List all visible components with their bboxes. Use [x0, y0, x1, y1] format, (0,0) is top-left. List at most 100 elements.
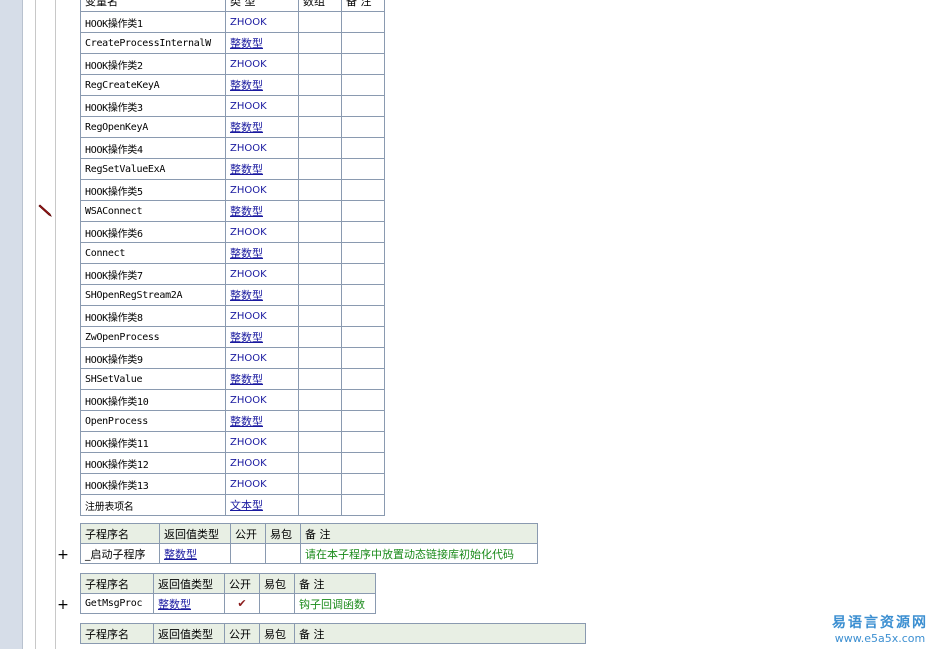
- sub-note[interactable]: 钩子回调函数: [294, 593, 376, 614]
- variable-type[interactable]: ZHOOK: [225, 473, 299, 495]
- variable-type[interactable]: 文本型: [225, 494, 299, 516]
- subroutine-row[interactable]: GetMsgProc 整数型 ✔ 钩子回调函数: [80, 593, 376, 614]
- variable-array[interactable]: [298, 11, 342, 33]
- variable-name[interactable]: HOOK操作类1: [80, 11, 226, 33]
- variable-array[interactable]: [298, 116, 342, 138]
- variable-note[interactable]: [341, 32, 385, 54]
- variable-name[interactable]: HOOK操作类12: [80, 452, 226, 474]
- variable-row[interactable]: WSAConnect 整数型: [80, 200, 385, 222]
- variable-row[interactable]: Connect 整数型: [80, 242, 385, 264]
- variable-array[interactable]: [298, 452, 342, 474]
- variable-note[interactable]: [341, 305, 385, 327]
- variable-name[interactable]: HOOK操作类8: [80, 305, 226, 327]
- variable-array[interactable]: [298, 389, 342, 411]
- sub-name[interactable]: GetMsgProc: [80, 593, 154, 614]
- variable-name[interactable]: RegSetValueExA: [80, 158, 226, 180]
- variable-name[interactable]: HOOK操作类3: [80, 95, 226, 117]
- variable-note[interactable]: [341, 116, 385, 138]
- variable-name[interactable]: HOOK操作类9: [80, 347, 226, 369]
- variable-type[interactable]: ZHOOK: [225, 137, 299, 159]
- expand-plus-icon[interactable]: +: [57, 598, 69, 612]
- variable-array[interactable]: [298, 95, 342, 117]
- variable-note[interactable]: [341, 263, 385, 285]
- variable-note[interactable]: [341, 452, 385, 474]
- variable-array[interactable]: [298, 368, 342, 390]
- sub-name[interactable]: _启动子程序: [80, 543, 160, 564]
- variable-array[interactable]: [298, 74, 342, 96]
- variable-name[interactable]: SHSetValue: [80, 368, 226, 390]
- variable-row[interactable]: HOOK操作类7 ZHOOK: [80, 263, 385, 285]
- variable-array[interactable]: [298, 221, 342, 243]
- variable-type[interactable]: ZHOOK: [225, 263, 299, 285]
- variable-name[interactable]: Connect: [80, 242, 226, 264]
- variable-name[interactable]: HOOK操作类4: [80, 137, 226, 159]
- sub-package[interactable]: [265, 543, 301, 564]
- expand-plus-icon[interactable]: +: [57, 548, 69, 562]
- variable-name[interactable]: HOOK操作类7: [80, 263, 226, 285]
- variable-array[interactable]: [298, 137, 342, 159]
- variable-note[interactable]: [341, 242, 385, 264]
- variable-array[interactable]: [298, 179, 342, 201]
- variable-row[interactable]: HOOK操作类6 ZHOOK: [80, 221, 385, 243]
- variable-note[interactable]: [341, 200, 385, 222]
- sub-return-type[interactable]: 整数型: [159, 543, 231, 564]
- sub-public-check-icon[interactable]: ✔: [224, 593, 260, 614]
- variable-type[interactable]: 整数型: [225, 32, 299, 54]
- variable-array[interactable]: [298, 32, 342, 54]
- variable-array[interactable]: [298, 200, 342, 222]
- variable-note[interactable]: [341, 368, 385, 390]
- variable-row[interactable]: HOOK操作类4 ZHOOK: [80, 137, 385, 159]
- variable-type[interactable]: 整数型: [225, 410, 299, 432]
- variable-type[interactable]: ZHOOK: [225, 305, 299, 327]
- variable-type[interactable]: 整数型: [225, 158, 299, 180]
- variable-row[interactable]: RegSetValueExA 整数型: [80, 158, 385, 180]
- variable-array[interactable]: [298, 284, 342, 306]
- variable-row[interactable]: HOOK操作类8 ZHOOK: [80, 305, 385, 327]
- variable-type[interactable]: ZHOOK: [225, 53, 299, 75]
- variable-type[interactable]: ZHOOK: [225, 11, 299, 33]
- subroutine-row[interactable]: _启动子程序 整数型 请在本子程序中放置动态链接库初始化代码: [80, 543, 538, 564]
- variable-array[interactable]: [298, 53, 342, 75]
- variable-array[interactable]: [298, 242, 342, 264]
- variable-note[interactable]: [341, 158, 385, 180]
- variable-row[interactable]: 注册表项名 文本型: [80, 494, 385, 516]
- sub-package[interactable]: [259, 593, 295, 614]
- variable-type[interactable]: 整数型: [225, 326, 299, 348]
- variable-row[interactable]: ZwOpenProcess 整数型: [80, 326, 385, 348]
- variable-row[interactable]: HOOK操作类13 ZHOOK: [80, 473, 385, 495]
- variable-row[interactable]: RegCreateKeyA 整数型: [80, 74, 385, 96]
- variable-row[interactable]: HOOK操作类5 ZHOOK: [80, 179, 385, 201]
- variable-row[interactable]: SHOpenRegStream2A 整数型: [80, 284, 385, 306]
- variable-name[interactable]: HOOK操作类5: [80, 179, 226, 201]
- variable-array[interactable]: [298, 305, 342, 327]
- variable-note[interactable]: [341, 53, 385, 75]
- variable-row[interactable]: RegOpenKeyA 整数型: [80, 116, 385, 138]
- variable-type[interactable]: ZHOOK: [225, 221, 299, 243]
- variable-note[interactable]: [341, 494, 385, 516]
- variable-note[interactable]: [341, 389, 385, 411]
- variable-array[interactable]: [298, 431, 342, 453]
- sub-note[interactable]: 请在本子程序中放置动态链接库初始化代码: [300, 543, 538, 564]
- variable-name[interactable]: 注册表项名: [80, 494, 226, 516]
- variable-name[interactable]: OpenProcess: [80, 410, 226, 432]
- sub-public[interactable]: [230, 543, 266, 564]
- variable-row[interactable]: HOOK操作类11 ZHOOK: [80, 431, 385, 453]
- variable-note[interactable]: [341, 326, 385, 348]
- variable-type[interactable]: 整数型: [225, 116, 299, 138]
- variable-type[interactable]: ZHOOK: [225, 389, 299, 411]
- variable-type[interactable]: 整数型: [225, 200, 299, 222]
- variable-note[interactable]: [341, 347, 385, 369]
- variable-type[interactable]: 整数型: [225, 368, 299, 390]
- variable-array[interactable]: [298, 326, 342, 348]
- variable-row[interactable]: HOOK操作类3 ZHOOK: [80, 95, 385, 117]
- variable-note[interactable]: [341, 137, 385, 159]
- variable-name[interactable]: HOOK操作类2: [80, 53, 226, 75]
- variable-name[interactable]: HOOK操作类6: [80, 221, 226, 243]
- variable-row[interactable]: HOOK操作类1 ZHOOK: [80, 11, 385, 33]
- variable-type[interactable]: ZHOOK: [225, 95, 299, 117]
- variable-row[interactable]: HOOK操作类10 ZHOOK: [80, 389, 385, 411]
- variable-note[interactable]: [341, 284, 385, 306]
- variable-name[interactable]: RegCreateKeyA: [80, 74, 226, 96]
- variable-array[interactable]: [298, 347, 342, 369]
- variable-array[interactable]: [298, 410, 342, 432]
